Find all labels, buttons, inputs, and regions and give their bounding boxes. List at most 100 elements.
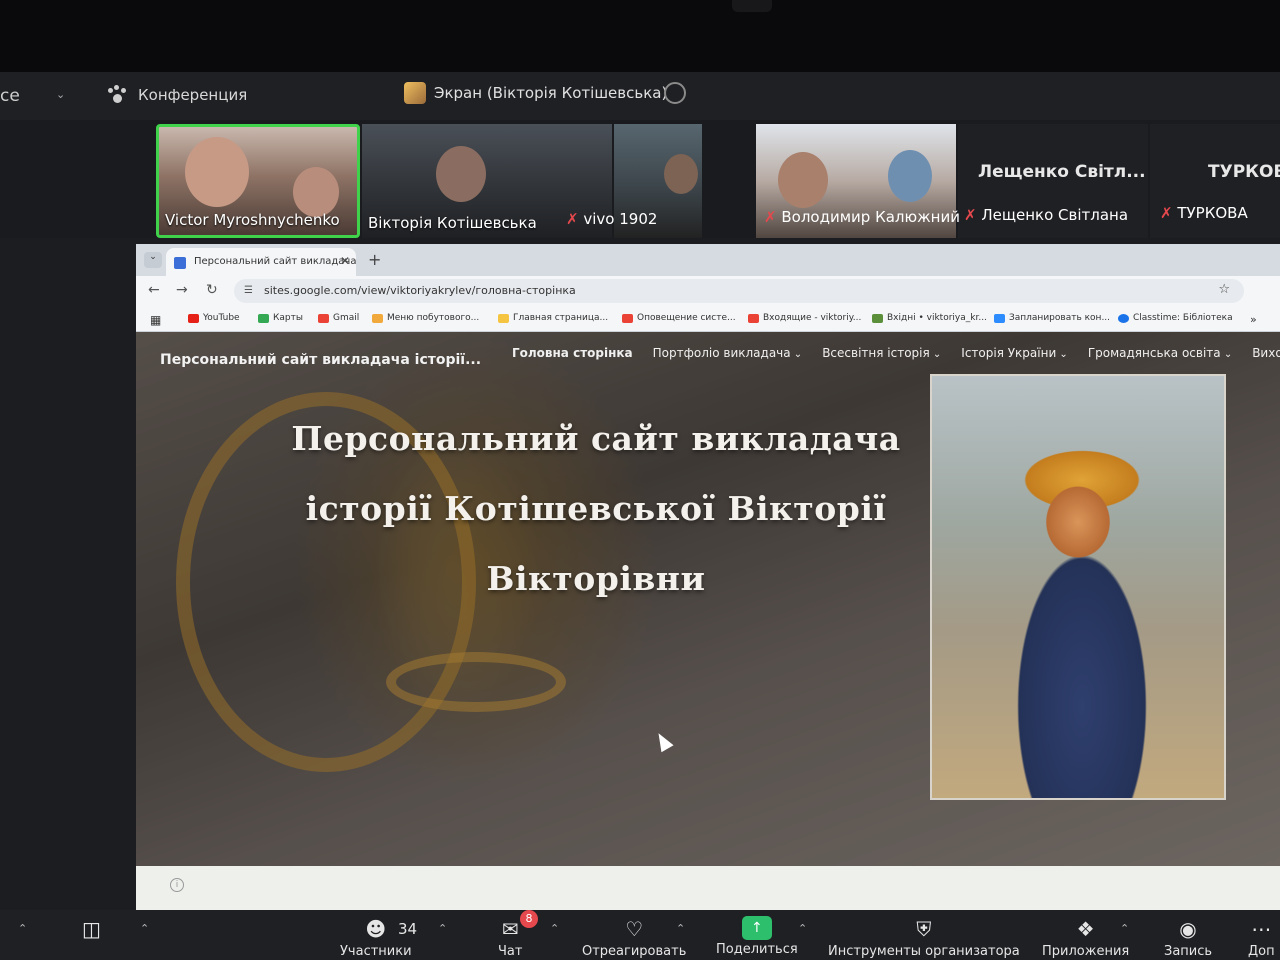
sharer-avatar-icon [404,82,426,104]
bookmark-item[interactable]: Главная страница... [498,313,608,323]
zoom-toolbar: ⌃ ◫ ⌃ ☻ Участники 34 ⌃ ✉ Чат 8 ⌃ ♡ Отреа… [0,910,1280,960]
participant-video [778,152,828,208]
tab-search-button[interactable]: ⌄ [144,252,162,268]
video-camera-icon: ◫ [82,917,101,941]
classtime-icon [1118,313,1129,323]
participant-name-label: ✗ Володимир Калюжний [764,208,960,226]
react-button[interactable]: ♡ Отреагировать [582,916,686,959]
record-button[interactable]: ◉ Запись [1164,916,1212,959]
chevron-down-icon[interactable]: ⌄ [56,88,65,101]
nav-civic-education[interactable]: Громадянська освіта [1088,346,1232,360]
youtube-icon [188,313,199,323]
apps-label: Приложения [1042,944,1130,959]
bookmark-item[interactable]: Карты [258,313,303,323]
participant-video [888,150,932,202]
maps-icon [258,313,269,323]
tab-title: Персональний сайт викладача [194,256,356,267]
hero-title-line: Вікторівни [486,559,706,598]
share-label: Поделиться [716,942,798,957]
hero-title-line: Персональний сайт викладача [291,419,901,458]
bookmark-label: Карты [273,313,303,323]
bookmark-item[interactable]: YouTube [188,313,240,323]
participant-name: Лещенко Світлана [981,206,1129,224]
participant-tile[interactable]: Victor Myroshnychenko [156,124,360,238]
screen-share-title[interactable]: Экран (Вікторія Котішевська) [404,82,667,104]
bookmark-label: Вхідні • viktoriya_kr... [887,313,987,323]
bookmark-label: Gmail [333,313,360,323]
bookmark-star-icon[interactable]: ☆ [1218,282,1230,297]
bookmark-item[interactable]: Меню побутового... [372,313,479,323]
site-brand[interactable]: Персональний сайт викладача історії... [160,352,481,368]
apps-grid-icon[interactable]: ▦ [150,313,161,327]
host-tools-button[interactable]: ⛨ Инструменты организатора [828,916,1020,959]
chevron-up-icon[interactable]: ⌃ [18,922,27,935]
heart-icon: ♡ [625,917,644,941]
bookmark-favicon-icon [372,313,383,323]
bookmark-item[interactable]: Gmail [318,313,359,323]
share-screen-button[interactable]: ↑ Поделиться [716,916,798,957]
laptop-bezel [0,0,1280,72]
participants-label: Участники [340,944,412,959]
apps-button[interactable]: ❖ Приложения [1042,916,1129,959]
mic-muted-icon: ✗ [964,206,977,224]
bookmarks-bar: ▦ YouTube Карты Gmail Меню побутового...… [136,306,1280,332]
bookmark-label: YouTube [203,313,240,323]
nav-world-history[interactable]: Всесвітня історія [822,346,941,360]
participant-name: ТУРКОВА [1177,204,1248,222]
video-button[interactable]: ◫ [82,916,101,942]
site-hero: Персональний сайт викладача історії... Г… [136,332,1280,866]
chat-label: Чат [498,944,523,959]
forward-icon[interactable]: → [176,282,188,298]
record-label: Запись [1164,944,1213,959]
mic-muted-icon: ✗ [764,208,777,226]
globe-icon[interactable] [664,82,686,104]
bookmark-label: Главная страница... [513,313,609,323]
bookmark-item[interactable]: Оповещение систе... [622,313,736,323]
more-icon: ⋯ [1251,917,1272,941]
chevron-up-icon[interactable]: ⌃ [140,922,149,935]
more-bookmarks-icon[interactable]: » [1250,313,1257,326]
participant-display-name: ТУРКОВ [1208,162,1280,182]
conference-menu[interactable]: Конференция [106,84,247,106]
bookmark-item[interactable]: Входящие - viktoriy... [748,313,861,323]
chevron-up-icon[interactable]: ⌃ [550,922,559,935]
url-text: sites.google.com/view/viktoriyakrylev/го… [264,284,576,297]
chat-icon: ✉ [501,917,519,941]
participant-name: Володимир Калюжний [781,208,960,226]
chevron-up-icon[interactable]: ⌃ [798,922,807,935]
sites-favicon-icon [174,257,186,269]
chevron-up-icon[interactable]: ⌃ [438,922,447,935]
teacher-photo [930,374,1226,800]
hero-title: Персональний сайт викладача історії Коті… [256,404,936,614]
nav-ukraine-history[interactable]: Історія України [961,346,1068,360]
chevron-up-icon[interactable]: ⌃ [676,922,685,935]
participants-icon: ☻ [365,917,387,941]
host-tools-label: Инструменты организатора [828,944,1020,959]
nav-portfolio[interactable]: Портфоліо викладача [653,346,803,360]
info-icon[interactable]: i [170,878,184,892]
reload-icon[interactable]: ↻ [206,282,218,298]
mic-muted-icon: ✗ [1160,204,1173,222]
paw-icon [106,84,128,106]
nav-home[interactable]: Головна сторінка [512,346,633,360]
browser-tab[interactable]: Персональний сайт викладача ✕ [166,248,356,276]
bookmark-item[interactable]: Вхідні • viktoriya_kr... [872,313,987,323]
laptop-screen: ce ⌄ Конференция Экран (Вікторія Котішев… [0,0,1280,960]
bookmark-item[interactable]: Classtime: Бібліотека [1118,313,1233,323]
bookmark-item[interactable]: Запланировать кон... [994,313,1110,323]
chevron-up-icon[interactable]: ⌃ [1120,922,1129,935]
globe-stand-image [386,652,566,712]
new-tab-button[interactable]: + [368,250,381,269]
zoom-top-bar: ce ⌄ Конференция Экран (Вікторія Котішев… [0,72,1280,120]
nav-upbringing[interactable]: Виховна р [1252,346,1280,360]
site-info-icon[interactable]: ☰ [244,285,253,296]
screen-share-label: Экран (Вікторія Котішевська) [434,84,668,102]
chat-button[interactable]: ✉ Чат [498,916,522,959]
site-nav: Головна сторінка Портфоліо викладача Все… [512,346,1280,360]
back-icon[interactable]: ← [148,282,160,298]
mouse-cursor-icon [652,729,674,753]
url-field[interactable]: ☰ sites.google.com/view/viktoriyakrylev/… [234,279,1244,303]
close-icon[interactable]: ✕ [340,254,350,268]
bookmark-label: Меню побутового... [387,313,480,323]
more-button[interactable]: ⋯ Доп [1248,916,1275,959]
